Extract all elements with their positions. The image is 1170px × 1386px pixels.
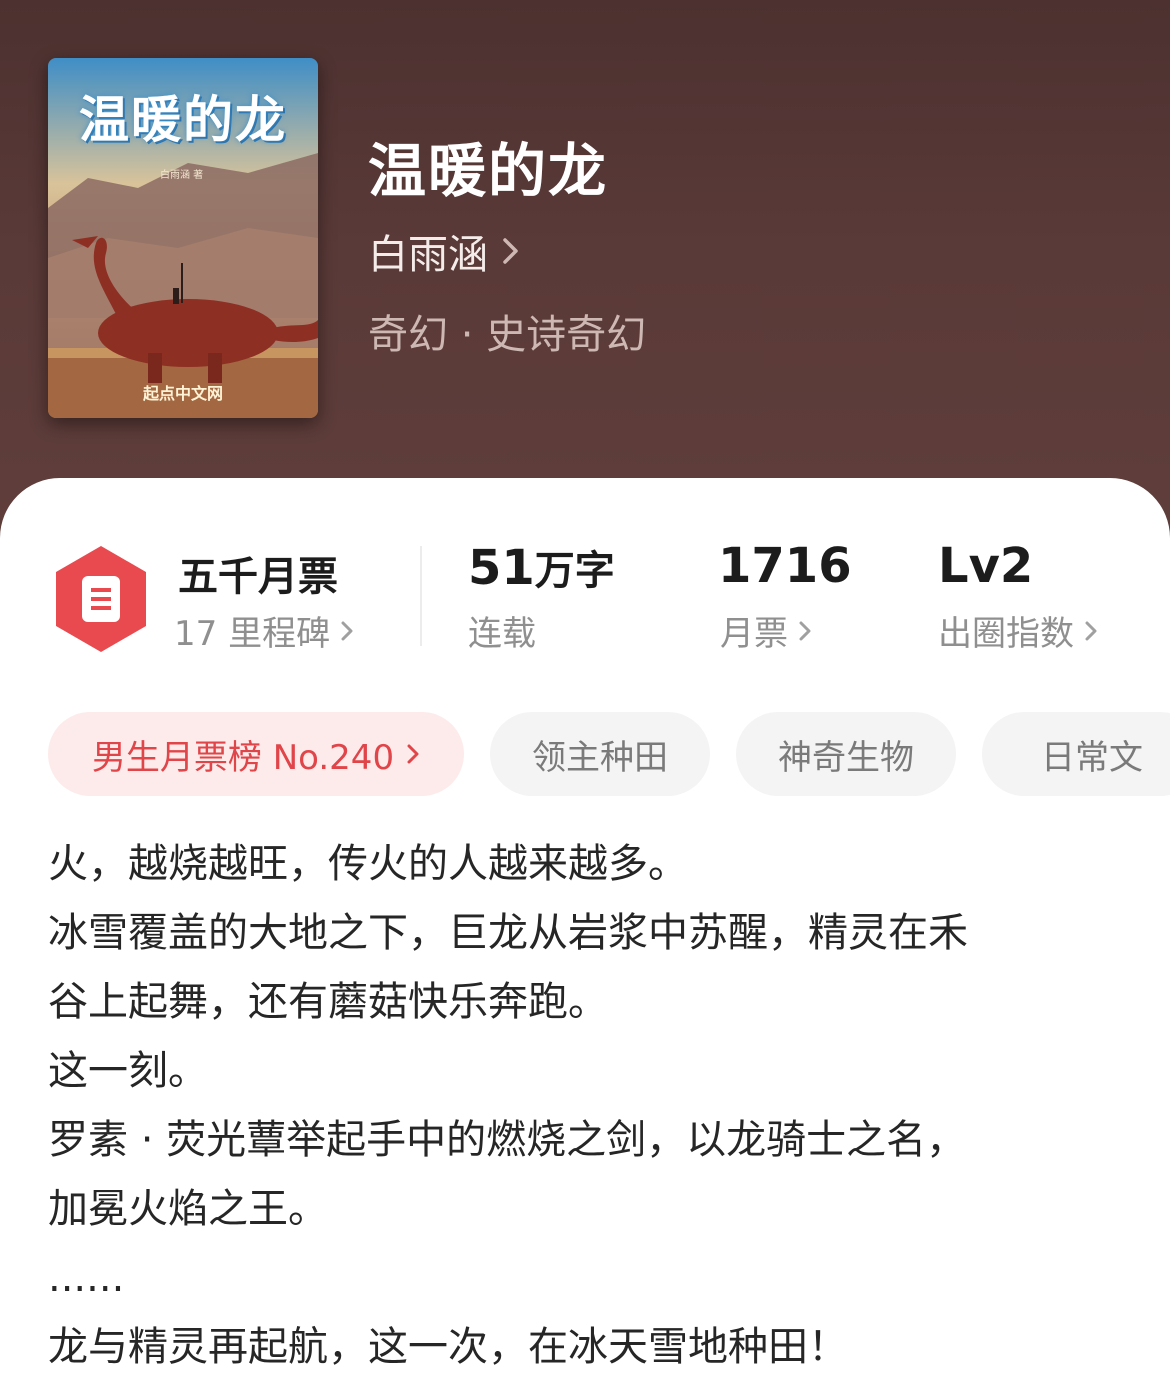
milestone-subtitle: 17 里程碑 bbox=[174, 614, 331, 654]
description-line: 龙与精灵再起航，这一次，在冰天雪地种田！ bbox=[48, 1324, 848, 1370]
chevron-right-icon bbox=[503, 238, 518, 264]
milestone-link[interactable]: 17 里程碑 bbox=[174, 606, 354, 655]
description-line: 加冕火焰之王。 bbox=[48, 1186, 328, 1232]
book-title: 温暖的龙 bbox=[368, 137, 609, 205]
book-cover[interactable]: 温暖的龙 白雨涵 著 起点中文网 bbox=[48, 58, 318, 418]
influence-link[interactable]: 出圈指数 bbox=[938, 606, 1098, 655]
chevron-right-icon bbox=[407, 744, 419, 764]
description-line: ...... bbox=[48, 1255, 125, 1301]
monthly-ticket-label: 月票 bbox=[720, 614, 788, 654]
tag-list: 男生月票榜 No.240 领主种田 神奇生物 日常文 bbox=[48, 712, 1170, 796]
tag-label: 领主种田 bbox=[532, 737, 668, 778]
ticket-icon bbox=[56, 546, 146, 652]
genre-label: 奇幻 · 史诗奇幻 bbox=[368, 312, 647, 358]
description-line: 谷上起舞，还有蘑菇快乐奔跑。 bbox=[48, 979, 608, 1025]
author-link[interactable]: 白雨涵 bbox=[368, 222, 520, 280]
tag-lord-farming[interactable]: 领主种田 bbox=[490, 712, 710, 796]
monthly-ticket-link[interactable]: 月票 bbox=[720, 606, 812, 655]
milestone-title: 五千月票 bbox=[178, 554, 338, 600]
description-line: 冰雪覆盖的大地之下，巨龙从岩浆中苏醒，精灵在禾 bbox=[48, 910, 968, 956]
description-line: 这一刻。 bbox=[48, 1048, 208, 1094]
word-count: 51万字 bbox=[468, 538, 615, 596]
rank-tag-label: 男生月票榜 No.240 bbox=[91, 737, 395, 778]
cover-author: 白雨涵 著 bbox=[160, 170, 204, 181]
tag-magical-creatures[interactable]: 神奇生物 bbox=[736, 712, 956, 796]
tag-label: 日常文 bbox=[1041, 737, 1143, 778]
book-header: 温暖的龙 白雨涵 著 起点中文网 温暖的龙 白雨涵 奇幻 · 史诗奇幻 bbox=[0, 0, 1170, 560]
chevron-right-icon bbox=[1085, 621, 1097, 640]
chevron-right-icon bbox=[799, 621, 811, 640]
cover-title: 温暖的龙 bbox=[79, 90, 287, 149]
book-description: 火，越烧越旺，传火的人越来越多。 冰雪覆盖的大地之下，巨龙从岩浆中苏醒，精灵在禾… bbox=[48, 830, 1128, 1382]
stats-row: 五千月票 17 里程碑 51万字 连载 1716 月票 Lv2 出圈指数 bbox=[0, 538, 1170, 658]
monthly-ticket-count: 1716 bbox=[718, 538, 852, 594]
influence-label: 出圈指数 bbox=[938, 614, 1074, 654]
description-line: 火，越烧越旺，传火的人越来越多。 bbox=[48, 841, 688, 887]
author-name: 白雨涵 bbox=[368, 232, 488, 278]
influence-level: Lv2 bbox=[938, 538, 1034, 594]
book-info-card: 五千月票 17 里程碑 51万字 连载 1716 月票 Lv2 出圈指数 男生月… bbox=[0, 478, 1170, 1386]
tag-label: 神奇生物 bbox=[778, 737, 914, 778]
tag-daily-life[interactable]: 日常文 bbox=[982, 712, 1170, 796]
word-count-unit: 万字 bbox=[534, 548, 615, 594]
description-line: 罗素 · 荧光蕈举起手中的燃烧之剑，以龙骑士之名， bbox=[48, 1117, 967, 1163]
serial-status: 连载 bbox=[468, 606, 536, 655]
cover-publisher-logo: 起点中文网 bbox=[142, 384, 223, 403]
word-count-value: 51 bbox=[468, 540, 535, 596]
rank-tag[interactable]: 男生月票榜 No.240 bbox=[48, 712, 464, 796]
serial-status-label: 连载 bbox=[468, 614, 536, 654]
stats-divider bbox=[420, 546, 422, 646]
chevron-right-icon bbox=[341, 621, 353, 640]
